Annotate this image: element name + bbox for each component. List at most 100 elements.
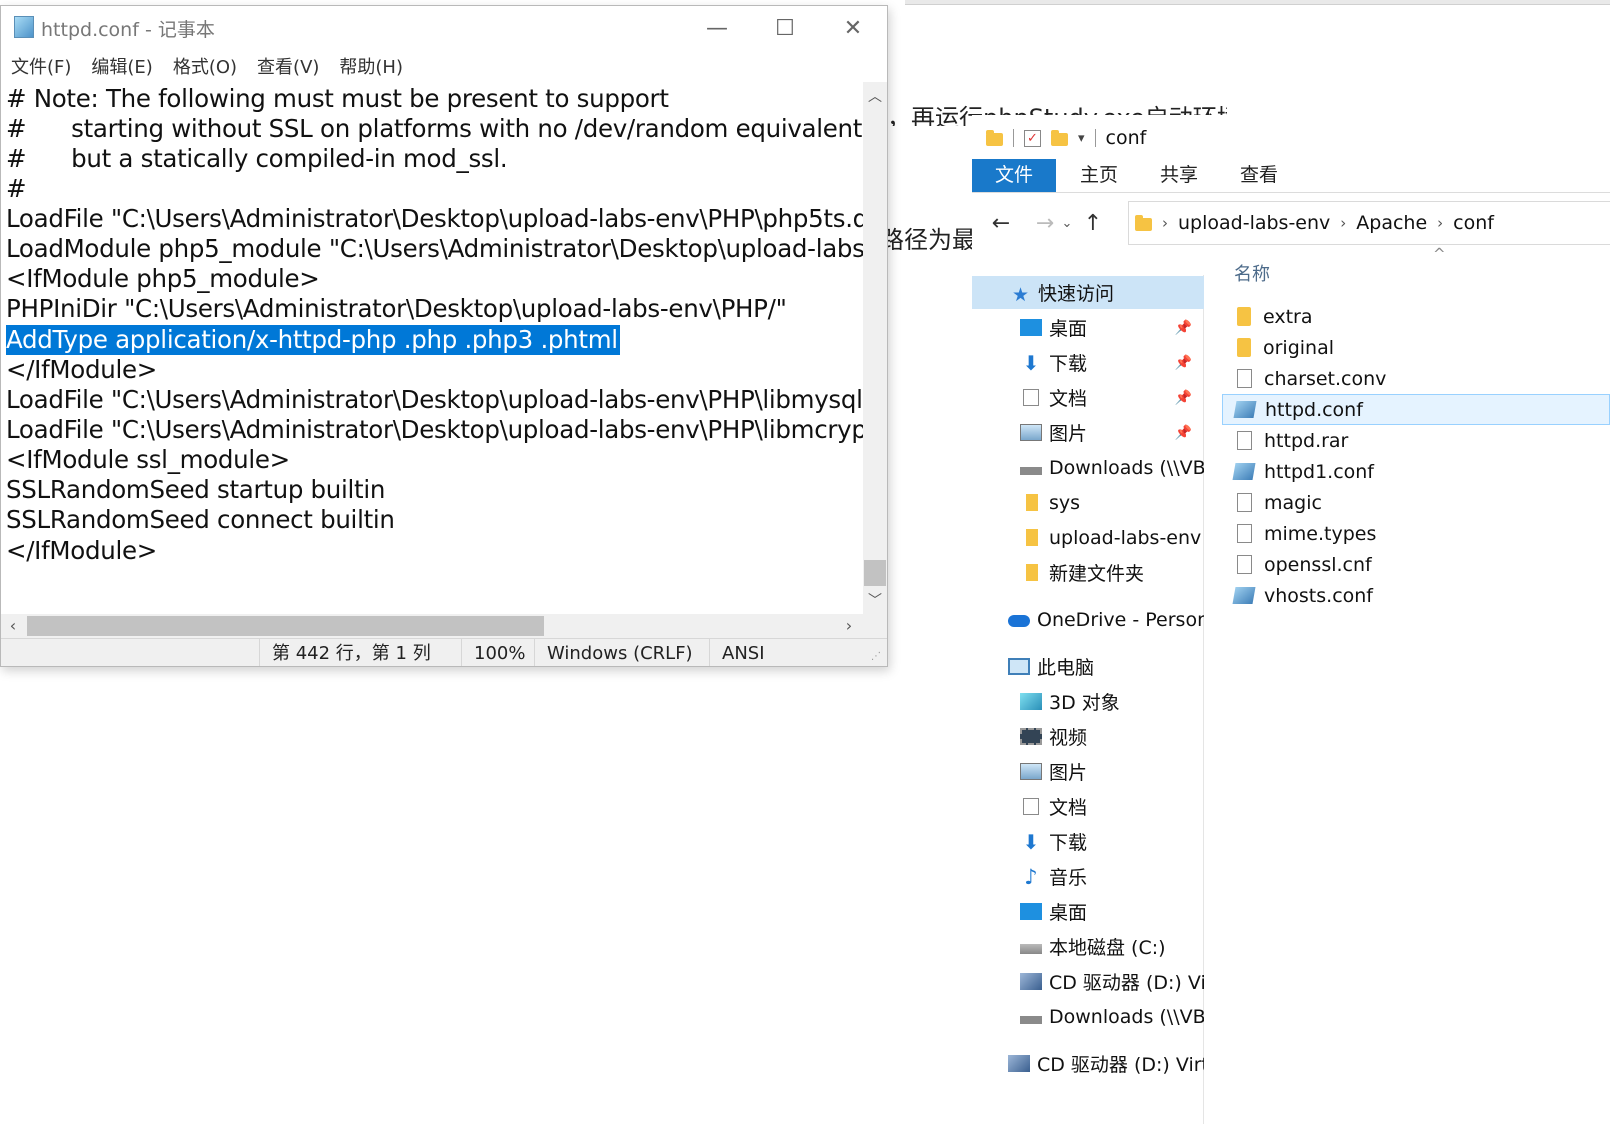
tab-file[interactable]: 文件 [972,159,1056,192]
nav-label: 下载 [1049,832,1088,854]
horizontal-scrollbar[interactable]: ‹ › [1,614,863,638]
nav-sys[interactable]: sys [972,486,1204,519]
scroll-right-arrow-icon[interactable]: › [837,616,861,635]
menu-format[interactable]: 格式(O) [163,53,247,79]
text-line: </IfModule> [6,536,157,565]
file-item[interactable]: charset.conv [1222,363,1610,394]
text-line: LoadFile "C:\Users\Administrator\Desktop… [6,204,863,233]
nav-cd-drive[interactable]: CD 驱动器 (D:) Virt [972,965,1204,998]
nav-quick-access[interactable]: ★ 快速访问 [972,276,1204,309]
scroll-up-arrow-icon[interactable]: ︿ [863,86,887,106]
nav-music[interactable]: ♪ 音乐 [972,860,1204,893]
back-arrow-icon[interactable]: ← [986,211,1016,236]
file-item[interactable]: openssl.cnf [1222,549,1610,580]
menu-bar: 文件(F) 编辑(E) 格式(O) 查看(V) 帮助(H) [1,50,887,82]
cloud-icon [1008,614,1030,627]
nav-downloads-share-2[interactable]: Downloads (\\VBo: [972,1000,1204,1033]
text-line: PHPIniDir "C:\Users\Administrator\Deskto… [6,294,787,323]
nav-this-pc[interactable]: 此电脑 [972,650,1204,683]
vertical-scrollbar[interactable]: ︿ ﹀ [863,82,887,614]
nav-local-disk[interactable]: 本地磁盘 (C:) [972,930,1204,963]
nav-label: 文档 [1049,797,1088,819]
nav-upload-labs-env[interactable]: upload-labs-env [972,521,1204,554]
tab-share[interactable]: 共享 [1142,159,1216,192]
vertical-scroll-thumb[interactable] [864,560,886,586]
nav-pictures[interactable]: 图片 📌 [972,416,1204,449]
nav-documents[interactable]: 文档 📌 [972,381,1204,414]
menu-edit[interactable]: 编辑(E) [81,53,162,79]
minimize-button[interactable]: — [683,8,751,50]
navigation-pane: ★ 快速访问 桌面 📌 ⬇ 下载 📌 文档 📌 图片 📌 Downloads (… [972,275,1204,1124]
pin-icon[interactable]: 📌 [1175,425,1192,441]
nav-pictures-2[interactable]: 图片 [972,755,1204,788]
document-icon [1237,524,1252,543]
tab-home[interactable]: 主页 [1062,159,1136,192]
file-item[interactable]: extra [1222,301,1610,332]
nav-desktop-2[interactable]: 桌面 [972,895,1204,928]
chevron-right-icon[interactable]: › [1437,214,1443,232]
nav-label: upload-labs-env [1049,526,1202,549]
address-bar[interactable]: › upload-labs-env › Apache › conf [1128,201,1610,245]
pictures-icon [1020,424,1042,441]
nav-downloads[interactable]: ⬇ 下载 📌 [972,346,1204,379]
text-line: <IfModule ssl_module> [6,445,290,474]
chevron-right-icon[interactable]: › [1162,214,1168,232]
tab-view[interactable]: 查看 [1222,159,1296,192]
file-item[interactable]: magic [1222,487,1610,518]
file-name: original [1263,336,1335,359]
pin-icon[interactable]: 📌 [1175,390,1192,406]
nav-downloads-share[interactable]: Downloads (\\VBo: [972,451,1204,484]
pin-icon[interactable]: 📌 [1175,320,1192,336]
up-arrow-icon[interactable]: ↑ [1078,211,1108,236]
text-line: <IfModule php5_module> [6,264,320,293]
file-item[interactable]: httpd1.conf [1222,456,1610,487]
status-line-ending: Windows (CRLF) [534,639,693,666]
resize-grip-icon[interactable]: ⋰ [871,651,881,662]
folder-icon[interactable] [986,129,1003,146]
close-button[interactable]: ✕ [819,8,887,50]
menu-file[interactable]: 文件(F) [1,53,81,79]
nav-new-folder[interactable]: 新建文件夹 [972,556,1204,589]
text-editor-area[interactable]: # Note: The following must must be prese… [1,82,863,614]
file-item[interactable]: original [1222,332,1610,363]
scroll-down-arrow-icon[interactable]: ﹀ [863,590,887,610]
nav-label: 桌面 [1049,902,1088,924]
scrollbar-corner [863,614,887,638]
status-encoding: ANSI [709,639,765,666]
new-folder-icon[interactable] [1051,129,1068,146]
file-item[interactable]: mime.types [1222,518,1610,549]
nav-label: Downloads (\\VBo: [1049,1005,1204,1028]
breadcrumb-item[interactable]: Apache [1356,212,1427,234]
chevron-right-icon[interactable]: › [1340,214,1346,232]
breadcrumb-item[interactable]: upload-labs-env [1178,212,1330,234]
maximize-button[interactable]: ☐ [751,8,819,50]
nav-label: 桌面 [1049,318,1088,340]
recent-locations-chevron-icon[interactable]: ⌄ [1060,216,1074,231]
nav-cd-drive-2[interactable]: CD 驱动器 (D:) Virtu [972,1047,1204,1080]
nav-documents-2[interactable]: 文档 [972,790,1204,823]
menu-view[interactable]: 查看(V) [247,53,329,79]
nav-desktop[interactable]: 桌面 📌 [972,311,1204,344]
properties-check-icon[interactable]: ✓ [1024,129,1041,147]
file-name: magic [1264,491,1322,514]
customize-toolbar-icon[interactable]: ▾ [1078,131,1085,146]
breadcrumb-item[interactable]: conf [1453,212,1494,234]
nav-label: Downloads (\\VBo: [1049,456,1204,479]
forward-arrow-icon[interactable]: → [1030,211,1060,236]
file-item[interactable]: httpd.rar [1222,425,1610,456]
status-cursor-position: 第 442 行，第 1 列 [259,639,431,666]
pin-icon[interactable]: 📌 [1175,355,1192,371]
nav-onedrive[interactable]: OneDrive - Personal [972,603,1204,636]
menu-help[interactable]: 帮助(H) [329,53,413,79]
scroll-left-arrow-icon[interactable]: ‹ [1,616,25,635]
star-icon: ★ [1012,284,1030,306]
nav-3d-objects[interactable]: 3D 对象 [972,685,1204,718]
title-bar[interactable]: httpd.conf - 记事本 — ☐ ✕ [1,6,887,50]
file-item[interactable]: vhosts.conf [1222,580,1610,611]
status-bar: 第 442 行，第 1 列 100% Windows (CRLF) ANSI ⋰ [1,638,887,666]
nav-videos[interactable]: 视频 [972,720,1204,753]
text-line: # [6,174,27,203]
horizontal-scroll-thumb[interactable] [27,616,544,636]
nav-downloads-2[interactable]: ⬇ 下载 [972,825,1204,858]
file-item-selected[interactable]: httpd.conf [1222,394,1610,425]
